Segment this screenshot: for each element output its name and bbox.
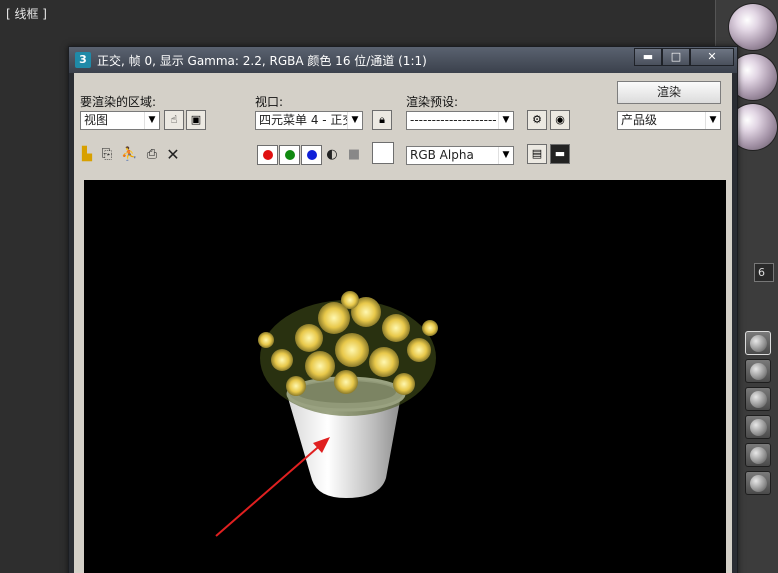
lock-icon: 🔒︎	[379, 113, 385, 126]
render-frame-window: 3 正交, 帧 0, 显示 Gamma: 2.2, RGBA 颜色 16 位/通…	[68, 46, 738, 573]
render-quality-dropdown[interactable]: 产品级 ▼	[617, 111, 721, 130]
red-channel-toggle[interactable]	[257, 145, 278, 165]
channel-display-dropdown[interactable]: RGB Alpha ▼	[406, 146, 514, 165]
viewport-dropdown[interactable]: 四元菜单 4 - 正交 ▼	[255, 111, 363, 130]
side-number-field[interactable]: 6	[754, 263, 774, 282]
alpha-icon[interactable]: ◐	[324, 147, 340, 163]
area-to-render-dropdown[interactable]: 视图 ▼	[80, 111, 160, 130]
rendered-scene	[215, 291, 438, 537]
toggle-ui-button[interactable]: ▬	[550, 144, 570, 164]
material-slot-button[interactable]	[745, 387, 771, 411]
dropdown-arrow-icon[interactable]: ▼	[705, 112, 720, 129]
display-icon: ▬	[554, 147, 566, 160]
dropdown-arrow-icon[interactable]: ▼	[144, 112, 159, 129]
dropdown-arrow-icon[interactable]: ▼	[498, 112, 513, 129]
viewport-value: 四元菜单 4 - 正交	[259, 113, 355, 127]
area-to-render-label: 要渲染的区域:	[80, 95, 157, 109]
copy-icon[interactable]: ⎘	[99, 147, 115, 163]
material-slot-button[interactable]	[745, 471, 771, 495]
print-icon[interactable]: ⎙	[144, 147, 160, 163]
render-quality-value: 产品级	[621, 113, 658, 127]
overlay-icon: ▤	[531, 147, 543, 160]
flower-bouquet	[258, 291, 438, 416]
title-bar[interactable]: 3 正交, 帧 0, 显示 Gamma: 2.2, RGBA 颜色 16 位/通…	[69, 47, 737, 73]
maximize-button[interactable]: □	[662, 48, 690, 66]
save-icon[interactable]: ▙	[79, 147, 95, 163]
lock-viewport-button[interactable]: 🔒︎	[372, 110, 392, 130]
teapot-icon: ◉	[555, 113, 565, 126]
channel-display-value: RGB Alpha	[410, 148, 474, 162]
render-button[interactable]: 渲染	[617, 81, 721, 104]
render-frame-client: 要渲染的区域: 视口: 渲染预设: 渲染 视图 ▼ ☝ ▣ 四元菜单 4 - 正…	[74, 73, 732, 573]
mono-icon[interactable]: ■	[346, 147, 362, 163]
clear-icon[interactable]: ✕	[165, 147, 181, 163]
edit-region-button[interactable]: ☝	[164, 110, 184, 130]
close-button[interactable]: ✕	[690, 48, 734, 66]
render-preset-dropdown[interactable]: -------------------- ▼	[406, 111, 514, 130]
swatch-color[interactable]	[372, 142, 394, 164]
auto-region-button[interactable]: ▣	[186, 110, 206, 130]
dropdown-arrow-icon[interactable]: ▼	[347, 112, 362, 129]
annotation-arrow	[215, 437, 330, 537]
toggle-ui-overlay-button[interactable]: ▤	[527, 144, 547, 164]
render-setup-icon: ⚙	[532, 113, 542, 126]
window-title: 正交, 帧 0, 显示 Gamma: 2.2, RGBA 颜色 16 位/通道 …	[97, 54, 427, 68]
material-slot-button[interactable]	[745, 331, 771, 355]
blue-channel-toggle[interactable]	[301, 145, 322, 165]
hand-region-icon: ☝	[170, 113, 178, 126]
material-slot-button[interactable]	[745, 443, 771, 467]
material-slot-button[interactable]	[745, 359, 771, 383]
viewport-select-label: 视口:	[255, 95, 284, 109]
render-preset-value: --------------------	[410, 113, 497, 127]
area-to-render-value: 视图	[84, 113, 109, 127]
render-setup-button[interactable]: ⚙	[527, 110, 547, 130]
region-frame-icon: ▣	[190, 113, 202, 126]
minimize-button[interactable]: ▬	[634, 48, 662, 66]
clone-icon[interactable]: ⛹	[121, 147, 137, 163]
green-channel-toggle[interactable]	[279, 145, 300, 165]
viewport-label[interactable]: [ 线框 ]	[6, 5, 47, 22]
material-slot-button[interactable]	[745, 415, 771, 439]
environment-button[interactable]: ◉	[550, 110, 570, 130]
rendered-image	[84, 180, 726, 573]
dropdown-arrow-icon[interactable]: ▼	[498, 147, 513, 164]
app-icon: 3	[75, 52, 91, 68]
render-preset-label: 渲染预设:	[406, 95, 459, 109]
material-sphere-1[interactable]	[728, 3, 778, 51]
